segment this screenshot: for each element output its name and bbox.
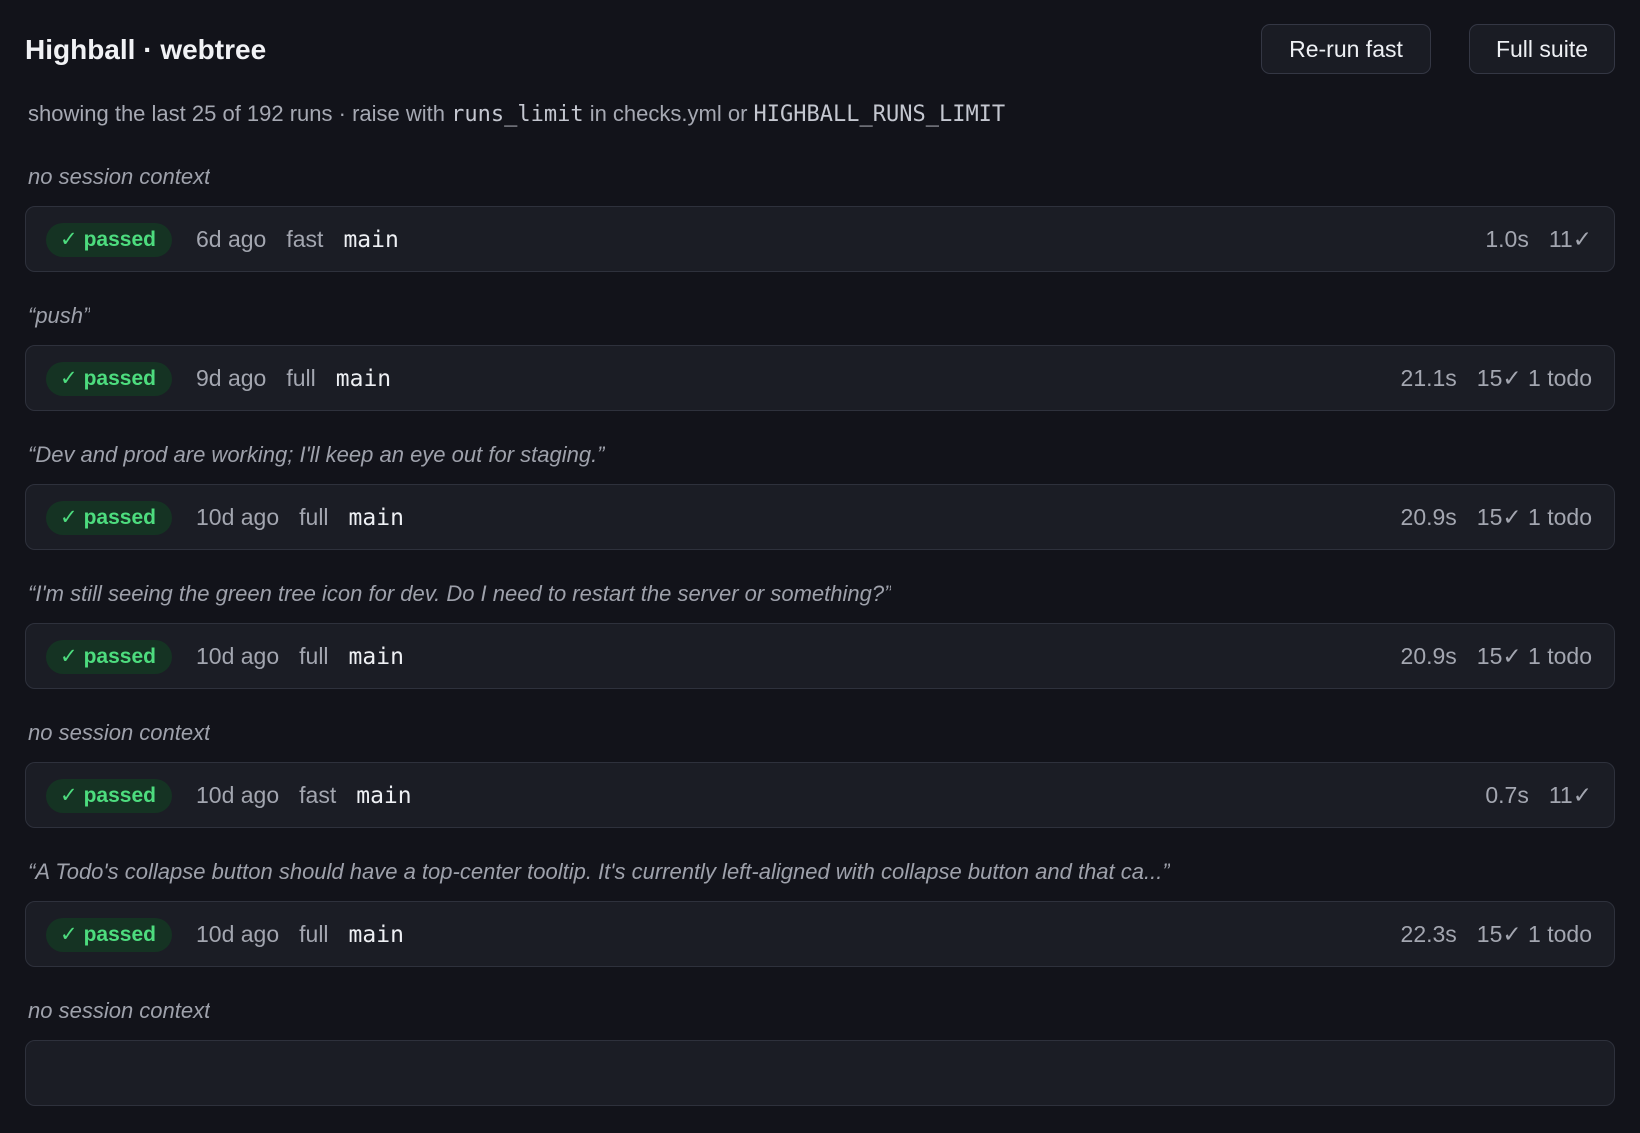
run-group: no session context ✓ passed 10d ago fast ma… bbox=[25, 716, 1615, 855]
session-context: “Dev and prod are working; I'll keep an … bbox=[28, 442, 605, 467]
run-results: 11✓ bbox=[1548, 782, 1592, 808]
run-card[interactable]: ✓ passed 10d ago full main 20.9s 15✓ 1 todo bbox=[25, 484, 1615, 550]
run-branch: main bbox=[335, 366, 392, 392]
run-duration: 1.0s bbox=[1485, 226, 1529, 252]
run-kind: full bbox=[299, 643, 329, 669]
run-duration: 20.9s bbox=[1400, 643, 1457, 669]
run-stats: 21.1s 15✓ 1 todo bbox=[1401, 346, 1592, 410]
run-duration: 21.1s bbox=[1400, 365, 1457, 391]
session-context: “I'm still seeing the green tree icon fo… bbox=[28, 581, 892, 606]
run-branch: main bbox=[348, 644, 404, 670]
run-group: “Dev and prod are working; I'll keep an … bbox=[25, 438, 1615, 577]
run-card[interactable]: ✓ passed 10d ago full main 20.9s 15✓ 1 todo bbox=[25, 623, 1615, 689]
run-meta: 10d ago full main bbox=[196, 902, 424, 966]
run-branch: main bbox=[356, 783, 412, 809]
run-meta: 6d ago fast main bbox=[196, 207, 419, 271]
limit-note-prefix: showing the last 25 of 192 runs · raise … bbox=[28, 101, 452, 126]
run-kind: fast bbox=[286, 226, 324, 252]
status-label: passed bbox=[83, 506, 156, 529]
run-results: 11✓ bbox=[1548, 226, 1592, 252]
run-stats: 20.9s 15✓ 1 todo bbox=[1401, 624, 1592, 688]
full-suite-button[interactable]: Full suite bbox=[1469, 24, 1615, 74]
run-results: 15✓ 1 todo bbox=[1476, 504, 1592, 530]
run-age: 6d ago bbox=[196, 226, 267, 252]
run-group: no session context bbox=[25, 994, 1615, 1133]
run-meta: 10d ago full main bbox=[196, 624, 424, 688]
run-kind: full bbox=[299, 504, 329, 530]
status-badge: ✓ passed bbox=[46, 779, 172, 813]
run-age: 9d ago bbox=[196, 365, 267, 391]
status-label: passed bbox=[83, 784, 156, 807]
run-age: 10d ago bbox=[196, 921, 280, 947]
status-label: passed bbox=[83, 923, 156, 946]
run-card[interactable]: ✓ passed 10d ago fast main 0.7s 11✓ bbox=[25, 762, 1615, 828]
check-icon: ✓ bbox=[60, 367, 78, 390]
session-context: no session context bbox=[28, 720, 211, 745]
run-branch: main bbox=[348, 922, 404, 948]
status-badge: ✓ passed bbox=[46, 640, 172, 674]
run-stats: 20.9s 15✓ 1 todo bbox=[1401, 485, 1592, 549]
check-icon: ✓ bbox=[60, 645, 78, 668]
env-var-code: HIGHBALL_RUNS_LIMIT bbox=[753, 102, 1006, 127]
status-label: passed bbox=[83, 645, 156, 668]
run-card[interactable]: ✓ passed 9d ago full main 21.1s 15✓ 1 todo bbox=[25, 345, 1615, 411]
run-duration: 0.7s bbox=[1485, 782, 1529, 808]
run-duration: 20.9s bbox=[1400, 504, 1457, 530]
status-label: passed bbox=[83, 367, 156, 390]
status-badge: ✓ passed bbox=[46, 918, 172, 952]
run-results: 15✓ 1 todo bbox=[1476, 643, 1592, 669]
runs-limit-note: showing the last 25 of 192 runs · raise … bbox=[28, 101, 1005, 127]
run-branch: main bbox=[343, 227, 399, 253]
run-card[interactable]: ✓ passed 6d ago fast main 1.0s 11✓ bbox=[25, 206, 1615, 272]
session-context: “A Todo's collapse button should have a … bbox=[28, 859, 1170, 884]
run-age: 10d ago bbox=[196, 782, 280, 808]
page-title: Highball · webtree bbox=[25, 34, 267, 65]
status-badge: ✓ passed bbox=[46, 223, 172, 257]
rerun-fast-button[interactable]: Re-run fast bbox=[1261, 24, 1431, 74]
run-age: 10d ago bbox=[196, 504, 280, 530]
check-icon: ✓ bbox=[60, 506, 78, 529]
session-context: no session context bbox=[28, 998, 211, 1023]
runs-list: no session context ✓ passed 6d ago fast mai… bbox=[25, 160, 1615, 1133]
runs-limit-code: runs_limit bbox=[451, 102, 584, 127]
run-age: 10d ago bbox=[196, 643, 280, 669]
check-icon: ✓ bbox=[60, 784, 78, 807]
run-stats: 22.3s 15✓ 1 todo bbox=[1401, 902, 1592, 966]
run-card[interactable]: ✓ passed 10d ago full main 22.3s 15✓ 1 todo bbox=[25, 901, 1615, 967]
run-group: “A Todo's collapse button should have a … bbox=[25, 855, 1615, 994]
run-duration: 22.3s bbox=[1400, 921, 1457, 947]
run-branch: main bbox=[348, 505, 404, 531]
check-icon: ✓ bbox=[60, 228, 78, 251]
run-kind: full bbox=[299, 921, 329, 947]
status-badge: ✓ passed bbox=[46, 501, 172, 535]
header: Highball · webtree Re-run fast Full suit… bbox=[25, 24, 1615, 76]
status-badge: ✓ passed bbox=[46, 362, 172, 396]
run-group: no session context ✓ passed 6d ago fast mai… bbox=[25, 160, 1615, 299]
run-kind: fast bbox=[299, 782, 337, 808]
run-kind: full bbox=[286, 365, 316, 391]
run-results: 15✓ 1 todo bbox=[1476, 921, 1592, 947]
run-stats: 0.7s 11✓ bbox=[1485, 763, 1592, 827]
run-stats: 1.0s 11✓ bbox=[1485, 207, 1592, 271]
status-label: passed bbox=[83, 228, 156, 251]
run-group: “I'm still seeing the green tree icon fo… bbox=[25, 577, 1615, 716]
run-meta: 9d ago full main bbox=[196, 346, 411, 410]
run-group: “push” ✓ passed 9d ago full main 21.1s 15✓ 1… bbox=[25, 299, 1615, 438]
session-context: no session context bbox=[28, 164, 211, 189]
run-meta: 10d ago full main bbox=[196, 485, 424, 549]
session-context: “push” bbox=[28, 303, 91, 328]
run-results: 15✓ 1 todo bbox=[1476, 365, 1592, 391]
check-icon: ✓ bbox=[60, 923, 78, 946]
run-meta: 10d ago fast main bbox=[196, 763, 432, 827]
limit-note-middle: in checks.yml or bbox=[583, 101, 754, 126]
